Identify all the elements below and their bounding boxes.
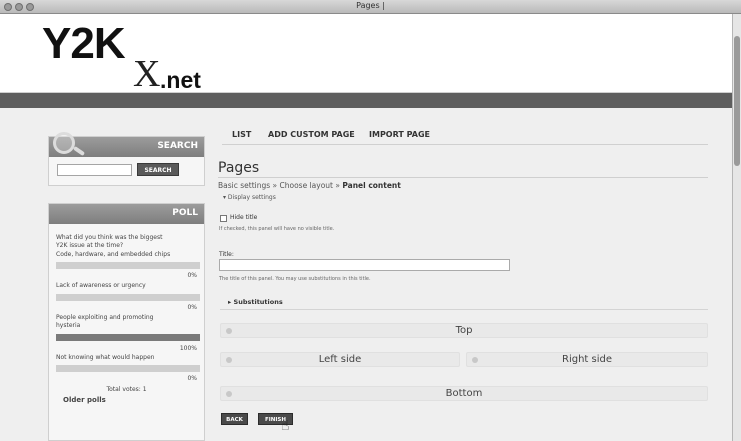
search-block-title: SEARCH	[157, 141, 198, 151]
hand-cursor-icon: ☝	[281, 418, 290, 434]
substitutions-divider	[220, 309, 708, 310]
search-block: SEARCH SEARCH	[48, 132, 205, 186]
back-button[interactable]: BACK	[221, 413, 248, 425]
region-bottom-label: Bottom	[445, 388, 483, 399]
magnifier-handle-icon	[72, 145, 86, 157]
poll-option-percent: 0%	[187, 304, 197, 311]
substitutions-toggle[interactable]: ▸ Substitutions	[228, 298, 283, 306]
poll-option-bar	[56, 365, 200, 372]
breadcrumb-separator: »	[270, 181, 280, 190]
poll-option-label-line: hysteria	[56, 322, 81, 329]
hide-title-checkbox[interactable]	[220, 215, 227, 222]
poll-option-label: People exploiting and promoting hysteria	[56, 314, 154, 330]
older-polls-link[interactable]: Older polls	[63, 396, 106, 404]
breadcrumb-step-choose-layout[interactable]: Choose layout	[280, 181, 333, 190]
poll-block-title: POLL	[172, 208, 198, 218]
title-field-input[interactable]	[219, 259, 510, 271]
tab-add-custom-page[interactable]: ADD CUSTOM PAGE	[268, 130, 355, 139]
page-title: Pages	[218, 160, 260, 176]
poll-bar-fill	[56, 334, 200, 341]
poll-option-bar	[56, 262, 200, 269]
region-top-label: Top	[455, 325, 473, 336]
search-block-header: SEARCH	[49, 132, 204, 157]
header-band	[0, 93, 732, 108]
display-settings-toggle[interactable]: ▾ Display settings	[223, 194, 276, 201]
tab-list[interactable]: LIST	[232, 130, 251, 139]
logo-y2k: Y2K	[42, 19, 126, 68]
magnifier-icon	[53, 132, 75, 154]
browser-window: Pages | Y2K X .net SEARCH SEARCH POLL Wh…	[0, 0, 741, 441]
region-bottom[interactable]: Bottom	[220, 386, 708, 401]
poll-option-percent: 0%	[187, 272, 197, 279]
poll-option-label: Lack of awareness or urgency	[56, 282, 146, 289]
poll-block: POLL What did you think was the biggest …	[48, 203, 205, 441]
poll-option-bar	[56, 294, 200, 301]
region-right-side-label: Right side	[562, 354, 612, 365]
poll-question: What did you think was the biggest Y2K i…	[56, 234, 162, 250]
region-left-side[interactable]: Left side	[220, 352, 460, 367]
hide-title-description: If checked, this panel will have no visi…	[219, 226, 335, 232]
title-field-description: The title of this panel. You may use sub…	[219, 276, 371, 282]
poll-question-line: What did you think was the biggest	[56, 234, 163, 241]
title-divider	[218, 177, 708, 178]
logo-net: .net	[160, 67, 201, 93]
poll-option-bar	[56, 334, 200, 341]
window-title: Pages |	[356, 1, 385, 10]
breadcrumb-step-basic-settings[interactable]: Basic settings	[218, 181, 270, 190]
title-field-label: Title:	[219, 251, 234, 258]
search-button[interactable]: SEARCH	[137, 163, 179, 176]
poll-total-votes: Total votes: 1	[106, 386, 147, 393]
tab-divider	[222, 144, 708, 145]
breadcrumb-step-panel-content: Panel content	[342, 181, 401, 190]
scrollbar-thumb[interactable]	[734, 36, 740, 166]
region-left-side-label: Left side	[318, 354, 362, 365]
breadcrumb: Basic settings » Choose layout » Panel c…	[218, 181, 401, 190]
poll-option-label: Not knowing what would happen	[56, 354, 155, 361]
breadcrumb-separator: »	[333, 181, 343, 190]
poll-question-line: Y2K issue at the time?	[56, 242, 124, 249]
poll-option-percent: 100%	[179, 345, 197, 352]
search-input[interactable]	[57, 164, 132, 176]
site-header: Y2K X .net	[0, 14, 732, 93]
poll-block-header: POLL	[49, 204, 204, 224]
logo-x: X	[133, 53, 161, 95]
vertical-scrollbar[interactable]	[732, 14, 741, 441]
title-bar: Pages |	[0, 0, 741, 14]
region-right-side[interactable]: Right side	[466, 352, 708, 367]
tab-import-page[interactable]: IMPORT PAGE	[369, 130, 430, 139]
poll-option-percent: 0%	[187, 375, 197, 382]
region-top[interactable]: Top	[220, 323, 708, 338]
poll-option-label-line: People exploiting and promoting	[56, 314, 154, 321]
poll-option-label: Code, hardware, and embedded chips	[56, 251, 171, 258]
hide-title-label[interactable]: Hide title	[230, 214, 257, 221]
